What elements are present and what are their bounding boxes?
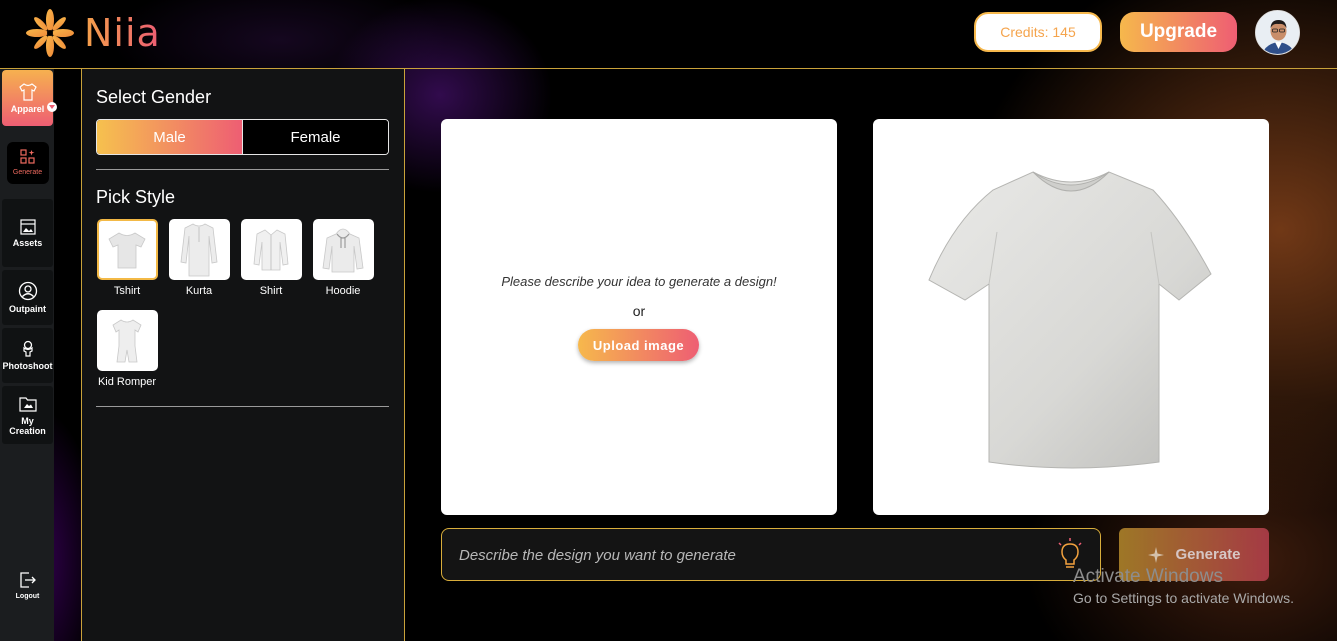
watermark-line-1: Activate Windows [1073, 566, 1223, 587]
style-label-kurta: Kurta [185, 285, 213, 297]
left-rail: Apparel Generate Assets Outpaint Photosh… [0, 69, 57, 641]
style-thumb-hoodie[interactable] [312, 219, 374, 280]
style-item-kid-romper[interactable]: Kid Romper [96, 310, 158, 388]
upload-image-button[interactable]: Upload image [578, 329, 699, 361]
rail-label-apparel: Apparel [10, 103, 45, 114]
user-circle-icon [18, 281, 37, 301]
gender-male-button[interactable]: Male [97, 120, 242, 154]
divider [96, 406, 389, 407]
rail-label-assets: Assets [12, 237, 43, 248]
rail-item-logout[interactable]: Logout [2, 564, 53, 609]
kurta-thumb-icon [180, 223, 218, 276]
style-item-shirt[interactable]: Shirt [240, 219, 302, 297]
style-label-hoodie: Hoodie [325, 285, 361, 297]
rail-item-apparel[interactable]: Apparel [2, 70, 57, 126]
rail-item-outpaint[interactable]: Outpaint [2, 270, 53, 325]
style-label-kid-romper: Kid Romper [97, 376, 157, 388]
style-label-shirt: Shirt [259, 285, 283, 297]
flower-logo-icon [26, 9, 74, 57]
rail-label-generate: Generate [12, 168, 43, 176]
rail-label-my-creation: My Creation [9, 415, 46, 436]
tshirt-thumb-icon [108, 232, 146, 268]
style-thumb-tshirt[interactable] [96, 219, 158, 280]
chevron-down-icon [47, 102, 57, 112]
gender-female-button[interactable]: Female [242, 120, 388, 154]
style-thumb-kid-romper[interactable] [96, 310, 158, 371]
brand-name: Niia [84, 11, 161, 55]
gender-toggle: Male Female [96, 119, 389, 155]
romper-thumb-icon [112, 319, 142, 362]
tshirt-icon [18, 82, 37, 101]
shirt-thumb-icon [253, 229, 289, 270]
options-panel: Select Gender Male Female Pick Style Tsh… [81, 69, 405, 641]
brand-logo[interactable]: Niia [26, 8, 161, 58]
design-input-card: Please describe your idea to generate a … [441, 119, 837, 515]
style-thumb-shirt[interactable] [240, 219, 302, 280]
upgrade-button[interactable]: Upgrade [1120, 12, 1237, 52]
rail-item-assets[interactable]: Assets [2, 199, 53, 267]
style-item-hoodie[interactable]: Hoodie [312, 219, 374, 297]
avatar[interactable] [1255, 10, 1300, 55]
or-text: or [632, 303, 646, 319]
rail-item-generate[interactable]: Generate [6, 142, 49, 184]
rail-label-photoshoot: Photoshoot [2, 361, 53, 371]
credits-badge[interactable]: Credits: 145 [974, 12, 1102, 52]
folder-image-icon [18, 396, 37, 412]
describe-design-field [441, 528, 1101, 581]
model-icon [22, 340, 33, 357]
describe-design-input[interactable] [459, 543, 1039, 567]
logout-icon [19, 572, 36, 588]
style-thumb-kurta[interactable] [168, 219, 230, 280]
rail-item-my-creation[interactable]: My Creation [2, 386, 53, 444]
activate-windows-watermark: Activate Windows Go to Settings to activ… [1073, 566, 1294, 606]
top-header: Niia Credits: 145 Upgrade [0, 0, 1337, 69]
rail-item-generate-wrap: Generate [2, 139, 53, 187]
generate-grid-icon [19, 148, 35, 164]
style-label-tshirt: Tshirt [113, 285, 141, 297]
rail-label-logout: Logout [15, 593, 40, 600]
style-item-tshirt[interactable]: Tshirt [96, 219, 158, 297]
describe-idea-text: Please describe your idea to generate a … [501, 274, 777, 289]
user-avatar-icon [1256, 11, 1299, 54]
hoodie-thumb-icon [322, 228, 364, 272]
divider [96, 169, 389, 170]
tshirt-preview-image [928, 171, 1212, 469]
rail-item-photoshoot[interactable]: Photoshoot [2, 328, 53, 383]
assets-icon [19, 218, 36, 235]
rail-label-outpaint: Outpaint [9, 304, 46, 314]
sparkle-icon [1148, 546, 1165, 563]
style-item-kurta[interactable]: Kurta [168, 219, 230, 297]
select-gender-title: Select Gender [96, 87, 212, 107]
watermark-line-2: Go to Settings to activate Windows. [1073, 590, 1294, 606]
preview-card [873, 119, 1269, 515]
generate-label: Generate [1175, 546, 1241, 563]
pick-style-title: Pick Style [96, 187, 176, 207]
